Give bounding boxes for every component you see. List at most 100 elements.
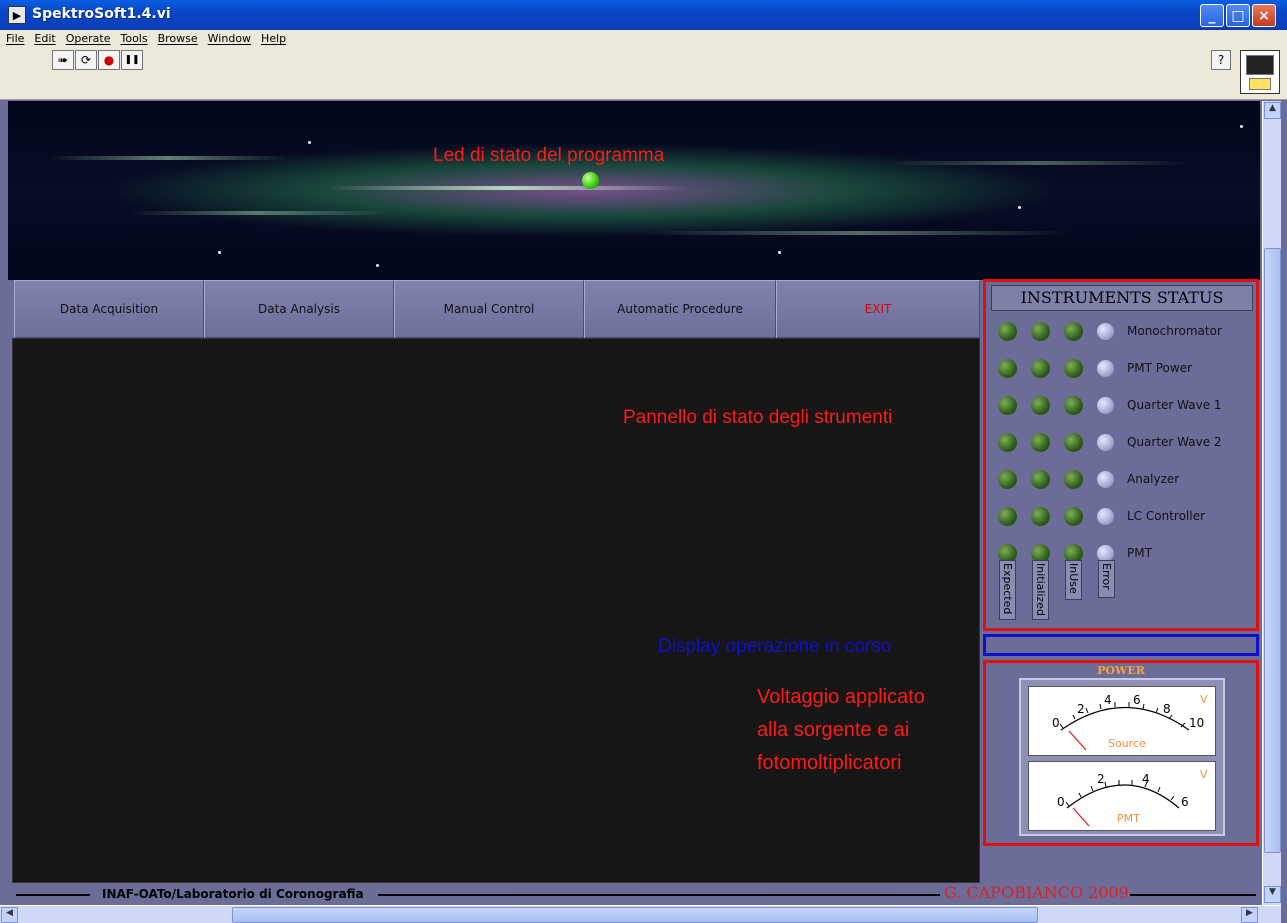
error-led: [1097, 397, 1114, 414]
menu-operate[interactable]: Operate: [66, 32, 111, 45]
source-gauge-needle: [1068, 730, 1087, 751]
source-tick-2: 2: [1077, 702, 1085, 716]
pmt-voltage-gauge: 0 2 4 6 V PMT: [1028, 761, 1216, 831]
tab-manual-control[interactable]: Manual Control: [394, 280, 584, 338]
instrument-label: LC Controller: [1127, 509, 1205, 523]
run-arrow-icon[interactable]: ➠: [52, 50, 74, 70]
instrument-row: PMT: [986, 542, 1256, 579]
banner-star: [218, 251, 221, 254]
pause-icon[interactable]: ❚❚: [121, 50, 143, 70]
pmt-tick-0: 0: [1057, 795, 1065, 809]
tab-automatic-procedure[interactable]: Automatic Procedure: [584, 280, 776, 338]
tab-data-acquisition[interactable]: Data Acquisition: [14, 280, 204, 338]
initialized-led: [1031, 433, 1050, 452]
scroll-down-icon[interactable]: ▼: [1264, 886, 1281, 903]
gauge-frame: 0 2 4 6 8 10 V Source 0 2 4 6 V PMT: [1019, 678, 1225, 836]
banner-star: [778, 251, 781, 254]
run-continuously-icon[interactable]: ⟳: [75, 50, 97, 70]
instruments-status-title: INSTRUMENTS STATUS: [991, 285, 1253, 311]
instrument-row: PMT Power: [986, 357, 1256, 394]
error-led: [1097, 508, 1114, 525]
menu-window[interactable]: Window: [208, 32, 251, 45]
footer-divider: [1130, 894, 1256, 896]
menu-edit[interactable]: Edit: [34, 32, 55, 45]
initialized-led: [1031, 396, 1050, 415]
menu-browse[interactable]: Browse: [158, 32, 198, 45]
vertical-scroll-thumb[interactable]: [1264, 248, 1281, 853]
banner-streak: [888, 161, 1188, 165]
initialized-led: [1031, 507, 1050, 526]
inuse-led: [1064, 470, 1083, 489]
horizontal-scroll-thumb[interactable]: [232, 907, 1038, 923]
source-label: Source: [1108, 737, 1146, 750]
context-help-icon[interactable]: ?: [1211, 50, 1231, 70]
banner-streak: [128, 211, 388, 215]
expected-led: [998, 470, 1017, 489]
menu-bar: File Edit Operate Tools Browse Window He…: [6, 32, 286, 45]
pmt-tick-6: 6: [1181, 795, 1189, 809]
minimize-button[interactable]: _: [1200, 4, 1224, 27]
banner-star: [376, 264, 379, 267]
error-led: [1097, 471, 1114, 488]
expected-led: [998, 322, 1017, 341]
column-label-initialized: Initialized: [1032, 560, 1049, 620]
instrument-label: PMT Power: [1127, 361, 1193, 375]
inuse-led: [1064, 359, 1083, 378]
error-led: [1097, 360, 1114, 377]
annotation-voltage-line2: alla sorgente e ai: [757, 719, 910, 741]
inuse-led: [1064, 507, 1083, 526]
annotation-program-led: Led di stato del programma: [433, 145, 665, 166]
annotation-instruments: Pannello di stato degli strumenti: [623, 407, 893, 428]
inuse-led: [1064, 396, 1083, 415]
expected-led: [998, 396, 1017, 415]
pmt-unit: V: [1200, 768, 1208, 781]
instrument-row: Quarter Wave 2: [986, 431, 1256, 468]
tab-data-analysis[interactable]: Data Analysis: [204, 280, 394, 338]
vi-connector-icon: [1240, 50, 1280, 94]
instrument-label: Analyzer: [1127, 472, 1180, 486]
banner-star: [1018, 206, 1021, 209]
close-button[interactable]: ×: [1252, 4, 1276, 27]
initialized-led: [1031, 322, 1050, 341]
expected-led: [998, 433, 1017, 452]
instrument-rows: Monochromator PMT Power Quarter Wave 1 Q…: [986, 320, 1256, 579]
scroll-up-icon[interactable]: ▲: [1264, 102, 1281, 119]
error-led: [1097, 434, 1114, 451]
column-label-expected: Expected: [999, 560, 1016, 620]
menu-help[interactable]: Help: [261, 32, 286, 45]
exit-button[interactable]: EXIT: [776, 280, 980, 338]
banner-streak: [648, 231, 1068, 235]
instrument-row: Quarter Wave 1: [986, 394, 1256, 431]
menu-toolbar-area: File Edit Operate Tools Browse Window He…: [0, 30, 1287, 100]
inuse-led: [1064, 322, 1083, 341]
source-voltage-gauge: 0 2 4 6 8 10 V Source: [1028, 686, 1216, 756]
menu-file[interactable]: File: [6, 32, 24, 45]
banner-star: [1240, 125, 1243, 128]
menu-tools[interactable]: Tools: [121, 32, 148, 45]
banner-streak: [48, 156, 288, 160]
scroll-right-icon[interactable]: ▶: [1241, 907, 1258, 923]
scroll-left-icon[interactable]: ◀: [1, 907, 18, 923]
vertical-scrollbar[interactable]: ▲ ▼: [1262, 101, 1281, 905]
maximize-button[interactable]: □: [1226, 4, 1250, 27]
annotation-voltage-line3: fotomoltiplicatori: [757, 752, 902, 774]
abort-icon[interactable]: ●: [98, 50, 120, 70]
initialized-led: [1031, 359, 1050, 378]
instrument-label: PMT: [1127, 546, 1152, 560]
banner-star: [308, 141, 311, 144]
source-unit: V: [1200, 693, 1208, 706]
instrument-label: Quarter Wave 2: [1127, 435, 1222, 449]
power-title: POWER: [1097, 664, 1145, 677]
column-label-error: Error: [1098, 560, 1115, 598]
galaxy-banner: Led di stato del programma: [8, 101, 1260, 280]
vi-icon-screen: [1246, 55, 1274, 75]
horizontal-scrollbar[interactable]: ◀ ▶: [0, 905, 1281, 923]
expected-led: [998, 507, 1017, 526]
instrument-label: Monochromator: [1127, 324, 1222, 338]
source-tick-8: 8: [1163, 702, 1171, 716]
expected-led: [998, 359, 1017, 378]
inuse-led: [1064, 433, 1083, 452]
vi-icon-connector-pane: [1249, 78, 1271, 90]
instrument-label: Quarter Wave 1: [1127, 398, 1222, 412]
source-tick-4: 4: [1104, 693, 1112, 707]
